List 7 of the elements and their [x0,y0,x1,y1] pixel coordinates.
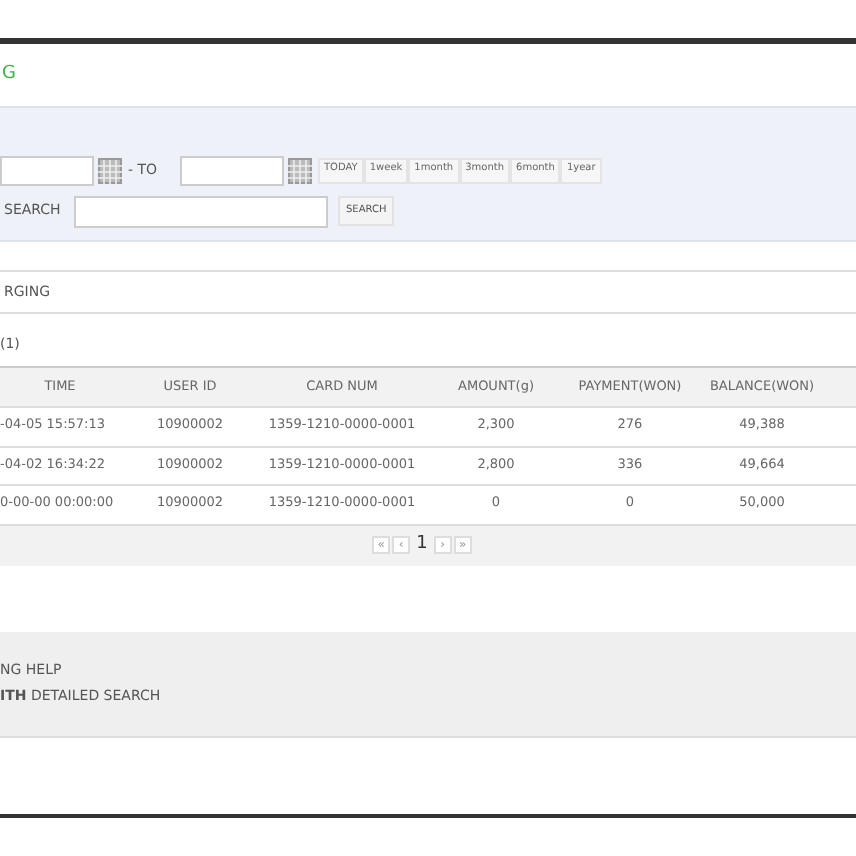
page-button[interactable]: 1 [412,536,432,554]
date-field[interactable] [0,155,94,185]
date-field[interactable] [180,155,284,185]
search-field[interactable] [74,195,328,227]
calendar-icon[interactable] [288,157,312,183]
calendar-icon[interactable] [98,157,122,183]
page-title: G [0,61,16,88]
